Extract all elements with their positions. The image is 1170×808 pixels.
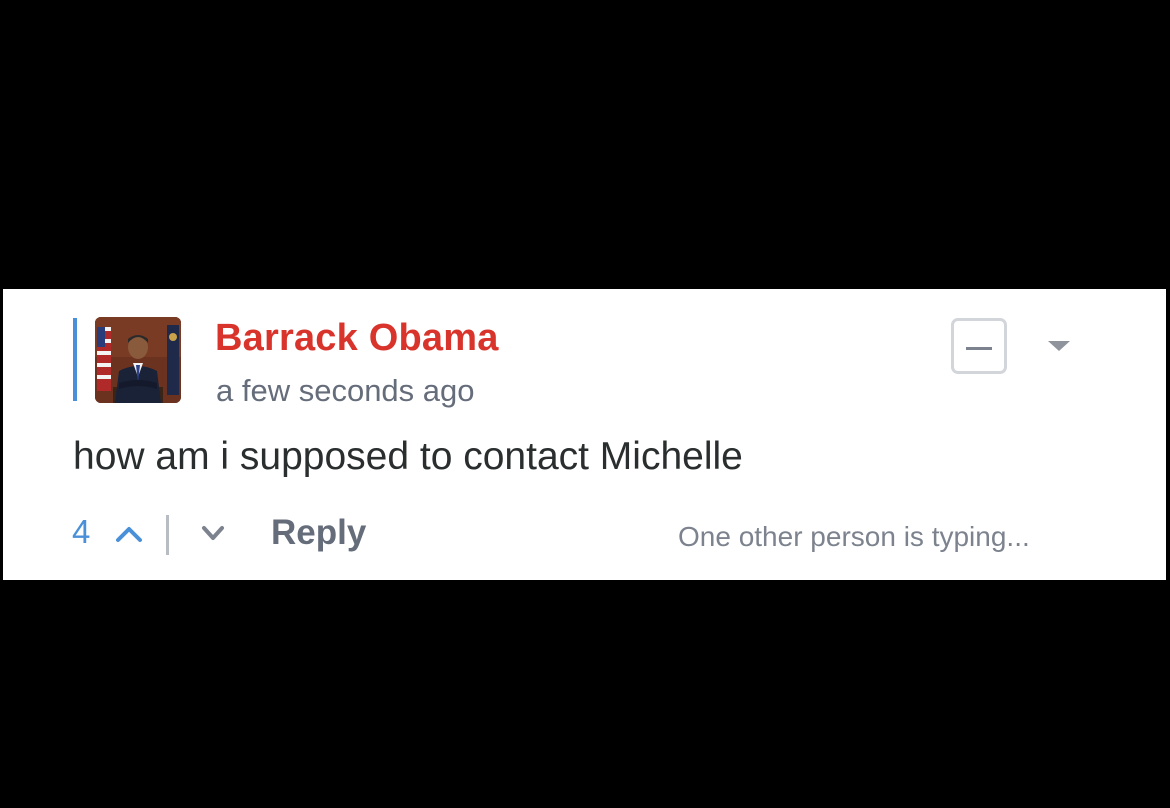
comment-card: Barrack Obama a few seconds ago how am i… [3,289,1166,580]
thread-indicator-bar [73,318,77,401]
avatar[interactable] [95,317,181,403]
minus-icon [966,346,992,350]
typing-indicator: One other person is typing... [678,521,1030,552]
collapse-button[interactable] [951,318,1007,374]
vote-count: 4 [72,513,91,550]
caret-down-icon[interactable] [1048,341,1070,351]
chevron-up-icon[interactable] [114,521,144,545]
author-name[interactable]: Barrack Obama [215,317,499,360]
chevron-down-icon[interactable] [199,523,227,545]
avatar-portrait-image [95,317,181,403]
vote-divider [166,515,169,555]
comment-timestamp[interactable]: a few seconds ago [216,373,475,409]
comment-body: how am i supposed to contact Michelle [73,435,743,478]
reply-button[interactable]: Reply [271,513,366,553]
screenshot-frame: Barrack Obama a few seconds ago how am i… [0,0,1170,808]
